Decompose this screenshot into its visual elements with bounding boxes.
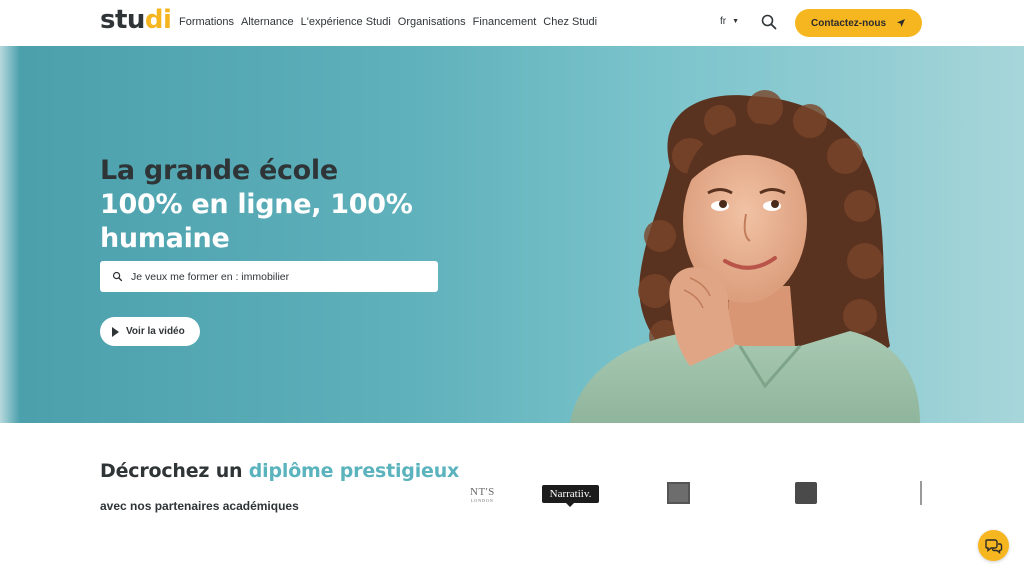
- chat-button[interactable]: [978, 530, 1009, 561]
- nav-alternance[interactable]: Alternance: [241, 16, 294, 28]
- hero-title-line-2: 100% en ligne, 100%: [100, 189, 413, 220]
- nav-formations[interactable]: Formations: [179, 16, 234, 28]
- search-input-text: Je veux me former en : immobilier: [131, 270, 290, 283]
- language-selector[interactable]: fr ▼: [720, 16, 739, 27]
- partners-title: Décrochez un diplôme prestigieux: [100, 460, 459, 482]
- partners-subtitle: avec nos partenaires académiques: [100, 499, 299, 513]
- play-icon: [112, 326, 119, 337]
- hero-title-line-1: La grande école: [100, 155, 338, 186]
- contact-us-button[interactable]: Contactez-nous: [795, 9, 922, 37]
- hero-portrait-photo: [570, 90, 920, 423]
- nav-chez-studi[interactable]: Chez Studi: [543, 16, 597, 28]
- nav-experience-studi[interactable]: L'expérience Studi: [301, 16, 391, 28]
- partner-logo-london-text: NT'S: [470, 486, 495, 498]
- partners-title-highlight: diplôme prestigieux: [248, 460, 460, 482]
- partner-logo-emblem[interactable]: [667, 482, 690, 504]
- partner-logo-london[interactable]: NT'S LONDON: [470, 486, 495, 503]
- caret-down-icon: ▼: [732, 18, 740, 25]
- hero-edge-fade: [0, 46, 20, 423]
- partner-logo-narratiiv[interactable]: Narratiiv.: [542, 485, 599, 507]
- search-icon: [761, 14, 777, 30]
- studi-logo[interactable]: studi: [100, 5, 172, 35]
- watch-video-button[interactable]: Voir la vidéo: [100, 317, 200, 346]
- partner-logo-london-sub: LONDON: [470, 498, 494, 503]
- partner-logo-badge[interactable]: [795, 482, 817, 504]
- logo-text-accent: di: [144, 5, 172, 35]
- language-label: fr: [720, 16, 727, 27]
- partners-title-main: Décrochez un: [100, 460, 249, 482]
- nav-financement[interactable]: Financement: [473, 16, 537, 28]
- nav-organisations[interactable]: Organisations: [398, 16, 466, 28]
- contact-us-label: Contactez-nous: [811, 17, 886, 29]
- hero-title: La grande école 100% en ligne, 100% huma…: [100, 154, 413, 256]
- site-header: studi Formations Alternance L'expérience…: [0, 0, 1024, 46]
- paper-plane-icon: [897, 19, 905, 27]
- chat-bubbles-icon: [984, 538, 1002, 554]
- logo-text-main: stu: [100, 5, 145, 35]
- hero-banner: La grande école 100% en ligne, 100% huma…: [0, 46, 1024, 423]
- search-icon: [112, 271, 123, 282]
- partner-logos-carousel: NT'S LONDON Narratiiv.: [470, 478, 922, 510]
- training-search-input[interactable]: Je veux me former en : immobilier: [100, 261, 438, 292]
- partner-logo-divider: [920, 481, 922, 505]
- hero-title-line-3: humaine: [100, 223, 230, 254]
- search-button[interactable]: [760, 13, 778, 31]
- main-navigation: Formations Alternance L'expérience Studi…: [179, 16, 597, 28]
- watch-video-label: Voir la vidéo: [126, 326, 185, 337]
- partner-logo-narratiiv-text: Narratiiv.: [549, 488, 592, 500]
